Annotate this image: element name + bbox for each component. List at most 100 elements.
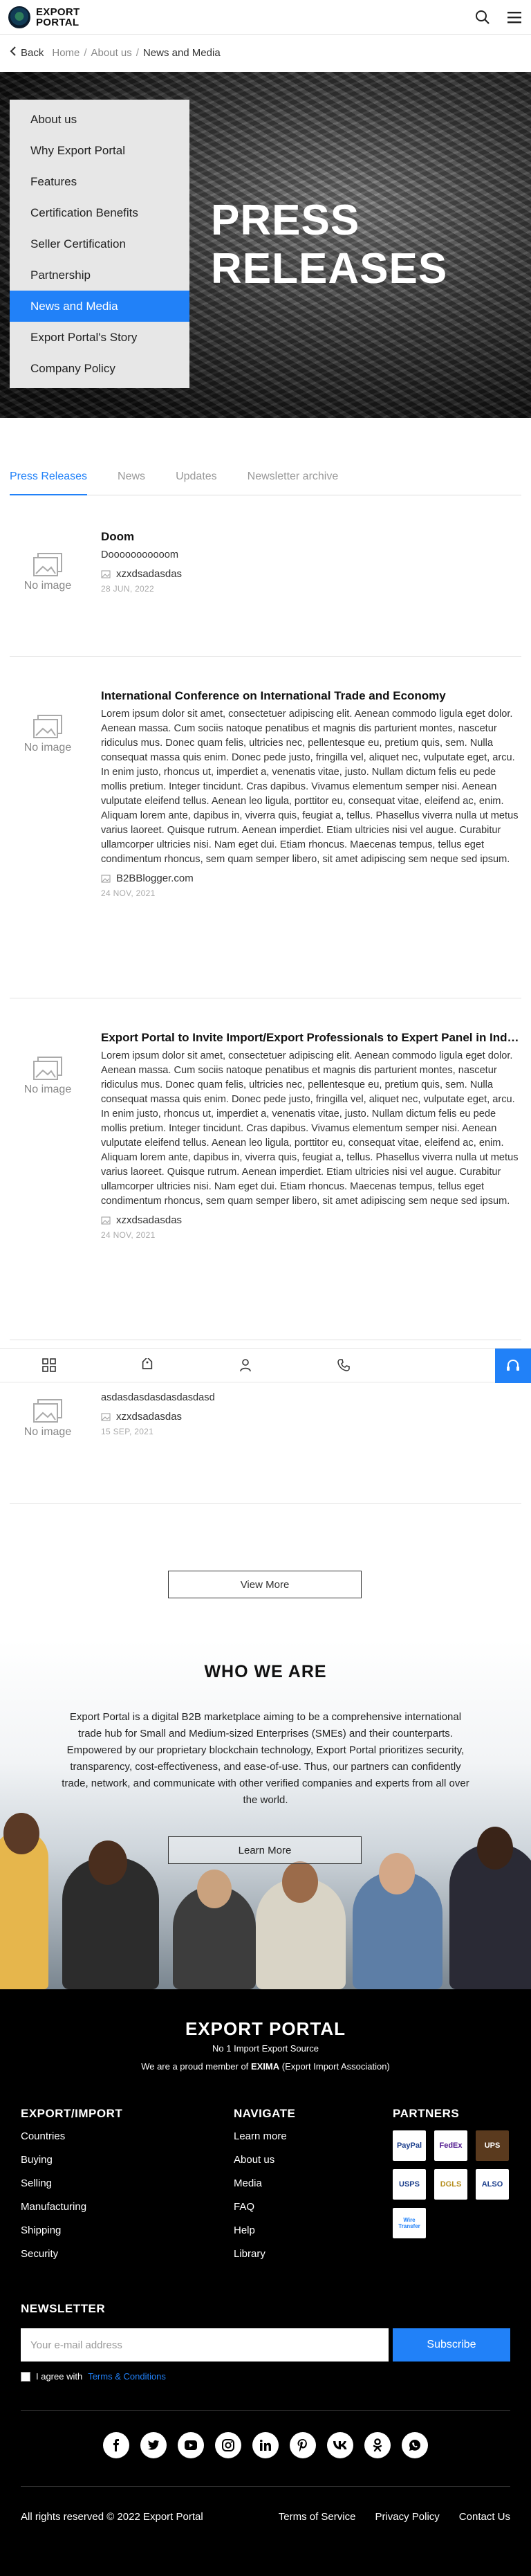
- privacy-policy-link[interactable]: Privacy Policy: [375, 2511, 439, 2523]
- footer-link-media[interactable]: Media: [234, 2177, 295, 2201]
- logo-line2: PORTAL: [36, 16, 80, 28]
- side-menu-item-why-export-portal[interactable]: Why Export Portal: [10, 135, 189, 166]
- who-we-are-text: Export Portal is a digital B2B marketpla…: [62, 1711, 469, 1806]
- footer-link-help[interactable]: Help: [234, 2225, 295, 2248]
- terms-checkbox[interactable]: [21, 2371, 30, 2382]
- instagram-icon[interactable]: [215, 2432, 241, 2458]
- list-item[interactable]: No image Export Portal to Invite Import/…: [10, 1031, 521, 1240]
- logo[interactable]: EXPORT PORTAL: [8, 6, 80, 28]
- who-we-are-section: WHO WE ARE Export Portal is a digital B2…: [0, 1640, 531, 1989]
- odnoklassniki-icon[interactable]: [364, 2432, 391, 2458]
- divider: [10, 656, 521, 657]
- tab-newsletter-archive[interactable]: Newsletter archive: [248, 465, 339, 495]
- wire-transfer-logo[interactable]: Wire Transfer: [393, 2208, 426, 2238]
- list-item[interactable]: No image International Conference on Int…: [10, 689, 521, 898]
- article-text: Lorem ipsum dolor sit amet, consectetuer…: [101, 1050, 519, 1207]
- tag-icon[interactable]: [98, 1348, 196, 1382]
- youtube-icon[interactable]: [178, 2432, 204, 2458]
- footer-link-learn-more[interactable]: Learn more: [234, 2130, 295, 2154]
- team-photo: [0, 1785, 531, 1989]
- view-more-button[interactable]: View More: [168, 1571, 362, 1598]
- article-source: xzxdsadasdas: [101, 1411, 521, 1423]
- footer-link-countries[interactable]: Countries: [21, 2130, 122, 2154]
- source-image-icon: [101, 875, 111, 882]
- terms-of-service-link[interactable]: Terms of Service: [279, 2511, 356, 2523]
- article-source: B2BBlogger.com: [101, 873, 521, 884]
- back-chevron-icon[interactable]: [10, 46, 17, 59]
- side-menu-item-certification-benefits[interactable]: Certification Benefits: [10, 197, 189, 228]
- fedex-logo[interactable]: FedEx: [434, 2130, 467, 2161]
- breadcrumb-about-us[interactable]: About us: [91, 47, 132, 59]
- breadcrumb-home[interactable]: Home: [52, 47, 80, 59]
- footer-link-buying[interactable]: Buying: [21, 2154, 122, 2177]
- footer-divider: [21, 2486, 510, 2487]
- legal-links: Terms of Service Privacy Policy Contact …: [279, 2511, 510, 2523]
- contact-us-link[interactable]: Contact Us: [459, 2511, 510, 2523]
- footer-link-security[interactable]: Security: [21, 2248, 122, 2272]
- facebook-icon[interactable]: [103, 2432, 129, 2458]
- also-logo[interactable]: ALSO: [476, 2169, 509, 2200]
- linkedin-icon[interactable]: [252, 2432, 279, 2458]
- side-menu-item-about-us[interactable]: About us: [10, 104, 189, 135]
- whatsapp-icon[interactable]: [402, 2432, 428, 2458]
- about-side-menu: About us Why Export Portal Features Cert…: [10, 100, 189, 388]
- side-menu-item-company-policy[interactable]: Company Policy: [10, 353, 189, 384]
- newsletter-email-input[interactable]: Your e-mail address: [21, 2328, 389, 2362]
- terms-link[interactable]: Terms & Conditions: [88, 2371, 166, 2382]
- footer-link-shipping[interactable]: Shipping: [21, 2225, 122, 2248]
- article-title[interactable]: International Conference on Internationa…: [101, 689, 521, 703]
- article-title[interactable]: Doom: [101, 530, 521, 544]
- article-title[interactable]: Export Portal to Invite Import/Export Pr…: [101, 1031, 521, 1045]
- dgls-logo[interactable]: DGLS: [434, 2169, 467, 2200]
- footer-col-partners: PARTNERS PayPal FedEx UPS USPS DGLS ALSO…: [393, 2107, 509, 2238]
- tab-updates[interactable]: Updates: [176, 465, 217, 495]
- paypal-logo[interactable]: PayPal: [393, 2130, 426, 2161]
- categories-icon[interactable]: [0, 1348, 98, 1382]
- back-link[interactable]: Back: [21, 47, 44, 59]
- source-image-icon: [101, 570, 111, 578]
- article-source: xzxdsadasdas: [101, 1214, 521, 1226]
- newsletter-title: NEWSLETTER: [21, 2302, 106, 2315]
- twitter-icon[interactable]: [140, 2432, 167, 2458]
- hero-banner: About us Why Export Portal Features Cert…: [0, 72, 531, 418]
- list-item[interactable]: No image Doom Dooooooooooom xzxdsadasdas…: [10, 530, 521, 594]
- footer-link-faq[interactable]: FAQ: [234, 2201, 295, 2225]
- article-text: asdasdasdasdasdasdasd: [101, 1392, 215, 1403]
- mobile-bottom-bar: [0, 1348, 531, 1383]
- learn-more-button[interactable]: Learn More: [168, 1836, 362, 1864]
- ups-logo[interactable]: UPS: [476, 2130, 509, 2161]
- footer-col-export-import: EXPORT/IMPORT Countries Buying Selling M…: [21, 2107, 122, 2272]
- breadcrumb-separator: /: [84, 46, 87, 59]
- menu-icon[interactable]: [506, 9, 523, 26]
- article-source: xzxdsadasdas: [101, 568, 521, 580]
- side-menu-item-export-portals-story[interactable]: Export Portal's Story: [10, 322, 189, 353]
- footer-link-about-us[interactable]: About us: [234, 2154, 295, 2177]
- user-icon[interactable]: [196, 1348, 295, 1382]
- side-menu-item-features[interactable]: Features: [10, 166, 189, 197]
- site-footer: EXPORT PORTAL No 1 Import Export Source …: [0, 1989, 531, 2576]
- support-headset-icon[interactable]: [495, 1349, 531, 1383]
- footer-link-library[interactable]: Library: [234, 2248, 295, 2272]
- breadcrumb-current: News and Media: [142, 46, 221, 59]
- usps-logo[interactable]: USPS: [393, 2169, 426, 2200]
- subscribe-button[interactable]: Subscribe: [393, 2328, 510, 2362]
- article-text: Lorem ipsum dolor sit amet, consectetuer…: [101, 709, 519, 865]
- side-menu-item-seller-certification[interactable]: Seller Certification: [10, 228, 189, 259]
- footer-link-manufacturing[interactable]: Manufacturing: [21, 2201, 122, 2225]
- phone-icon[interactable]: [295, 1348, 393, 1382]
- hero-title: PRESS RELEASES: [211, 197, 448, 293]
- pinterest-icon[interactable]: [290, 2432, 316, 2458]
- side-menu-item-partnership[interactable]: Partnership: [10, 259, 189, 291]
- copyright: All rights reserved © 2022 Export Portal: [21, 2511, 203, 2523]
- footer-link-selling[interactable]: Selling: [21, 2177, 122, 2201]
- tab-press-releases[interactable]: Press Releases: [10, 465, 88, 495]
- article-date: 24 NOV, 2021: [101, 888, 156, 898]
- article-thumbnail: No image: [10, 1056, 86, 1240]
- social-links: [0, 2432, 531, 2458]
- tab-news[interactable]: News: [118, 465, 145, 495]
- breadcrumb: Back Home / About us / News and Media: [0, 40, 531, 65]
- vk-icon[interactable]: [327, 2432, 353, 2458]
- side-menu-item-news-and-media[interactable]: News and Media: [10, 291, 189, 322]
- article-thumbnail: No image: [10, 1398, 86, 1438]
- search-icon[interactable]: [474, 9, 491, 26]
